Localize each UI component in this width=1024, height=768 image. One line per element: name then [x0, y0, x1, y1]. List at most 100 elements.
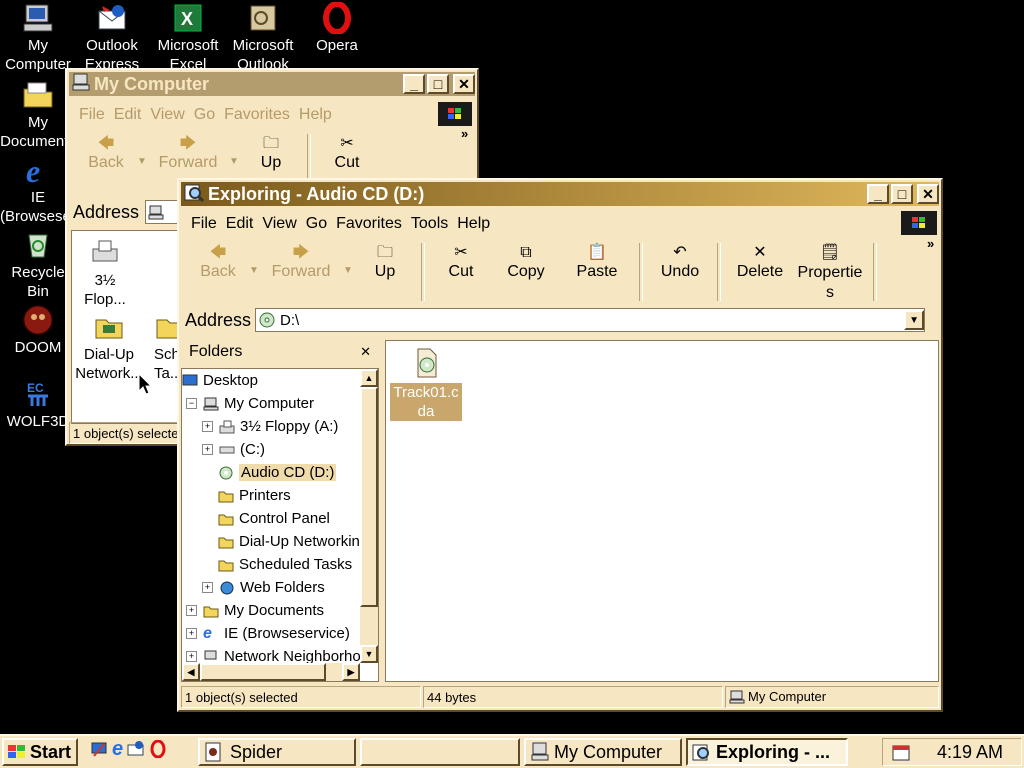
forward-dropdown[interactable]: ▼ — [341, 243, 355, 303]
back-button[interactable]: 🡄 Back — [189, 243, 247, 303]
scroll-left-button[interactable]: ◀ — [182, 663, 200, 681]
tree-item-printers[interactable]: Printers — [218, 487, 291, 504]
tree-item-dial-up[interactable]: Dial-Up Networking — [218, 533, 368, 550]
collapse-icon[interactable]: − — [186, 398, 197, 409]
up-button[interactable]: 🗀 Up — [241, 134, 301, 180]
tree-item-my-computer[interactable]: − My Computer — [186, 395, 314, 412]
minimize-button[interactable]: _ — [867, 184, 889, 204]
opera-icon — [321, 1, 353, 35]
taskbar-button-empty[interactable] — [360, 738, 520, 766]
scroll-up-button[interactable]: ▲ — [360, 369, 378, 387]
menu-tools[interactable]: Tools — [411, 215, 448, 233]
desktop-icon-outlook-express[interactable]: Outlook Express — [74, 2, 150, 74]
tree-item-ie[interactable]: + e IE (Browseservice) — [186, 625, 350, 642]
minimize-button[interactable]: _ — [403, 74, 425, 94]
outlook-express-icon[interactable] — [127, 740, 145, 762]
desktop-icon-microsoft-excel[interactable]: X Microsoft Excel — [150, 2, 226, 74]
menu-file[interactable]: File — [79, 106, 105, 124]
tree-item-scheduled-tasks[interactable]: Scheduled Tasks — [218, 556, 352, 573]
title-bar[interactable]: Exploring - Audio CD (D:) _ □ ✕ — [181, 182, 939, 206]
back-dropdown[interactable]: ▼ — [247, 243, 261, 303]
menu-view[interactable]: View — [262, 215, 296, 233]
tree-item-control-panel[interactable]: Control Panel — [218, 510, 330, 527]
copy-button[interactable]: ⧉ Copy — [491, 243, 561, 303]
file-item[interactable]: Track01.cda — [390, 345, 462, 421]
start-button[interactable]: Start — [2, 738, 78, 766]
desktop-icon-my-computer[interactable]: My Computer — [0, 2, 76, 74]
clock[interactable]: 4:19 AM — [937, 742, 1003, 763]
tree-item-web-folders[interactable]: + Web Folders — [202, 579, 325, 596]
expand-icon[interactable]: + — [202, 421, 213, 432]
desktop-icon-microsoft-outlook[interactable]: Microsoft Outlook — [225, 2, 301, 74]
desktop-icon-opera[interactable]: Opera — [299, 1, 375, 55]
maximize-button[interactable]: □ — [891, 184, 913, 204]
menu-file[interactable]: File — [191, 215, 217, 233]
expand-icon[interactable]: + — [186, 605, 197, 616]
address-field[interactable]: D:\ ▼ — [255, 308, 926, 332]
taskbar-button-my-computer[interactable]: My Computer — [524, 738, 682, 766]
close-button[interactable]: ✕ — [917, 184, 939, 204]
expand-icon[interactable]: + — [202, 444, 213, 455]
expand-icon[interactable]: + — [186, 628, 197, 639]
file-list-pane[interactable]: Track01.cda — [385, 340, 939, 682]
folders-title: Folders — [189, 343, 243, 360]
menu-edit[interactable]: Edit — [114, 106, 142, 124]
expand-icon[interactable]: + — [202, 582, 213, 593]
internet-explorer-icon: e — [22, 153, 54, 189]
tree-item-desktop[interactable]: Desktop — [182, 372, 258, 389]
undo-button[interactable]: ↶ Undo — [649, 243, 711, 303]
scroll-thumb[interactable] — [200, 663, 326, 681]
copy-icon: ⧉ — [520, 244, 532, 261]
title-bar[interactable]: My Computer _ □ ✕ — [69, 72, 475, 96]
doom-icon — [22, 304, 54, 336]
taskbar-button-exploring[interactable]: Exploring - ... — [686, 738, 848, 766]
exploring-window[interactable]: Exploring - Audio CD (D:) _ □ ✕ File Edi… — [177, 178, 943, 712]
forward-dropdown[interactable]: ▼ — [227, 134, 241, 180]
tree-item-c-drive[interactable]: + (C:) — [202, 441, 265, 458]
network-icon — [203, 650, 219, 664]
back-dropdown[interactable]: ▼ — [135, 134, 149, 180]
cut-button[interactable]: ✂ Cut — [317, 134, 377, 180]
show-desktop-icon[interactable] — [90, 740, 108, 762]
list-item[interactable]: Dial-Up Network... — [72, 311, 146, 383]
delete-button[interactable]: ✕ Delete — [727, 243, 793, 303]
menu-favorites[interactable]: Favorites — [336, 215, 402, 233]
up-button[interactable]: 🗀 Up — [355, 243, 415, 303]
forward-button[interactable]: 🡆 Forward — [261, 243, 341, 303]
close-button[interactable]: ✕ — [453, 74, 475, 94]
internet-explorer-icon: e — [203, 624, 212, 642]
menu-go[interactable]: Go — [306, 215, 327, 233]
status-selected: 1 object(s) selected — [69, 422, 181, 444]
menu-help[interactable]: Help — [299, 106, 332, 124]
menu-view[interactable]: View — [150, 106, 184, 124]
menu-edit[interactable]: Edit — [226, 215, 254, 233]
toolbar-chevron-icon[interactable]: » — [927, 236, 934, 251]
taskbar-button-spider[interactable]: Spider — [198, 738, 356, 766]
tree-vertical-scrollbar[interactable]: ▲ ▼ — [360, 369, 378, 663]
tree-item-my-documents[interactable]: + My Documents — [186, 602, 324, 619]
list-item[interactable]: 3½ Flop... — [72, 237, 138, 309]
close-pane-icon[interactable]: ✕ — [360, 344, 371, 360]
tree-horizontal-scrollbar[interactable]: ◀ ▶ — [182, 663, 360, 681]
opera-icon[interactable] — [149, 739, 167, 762]
address-dropdown-button[interactable]: ▼ — [904, 310, 925, 330]
cd-drive-icon — [218, 466, 234, 480]
cut-button[interactable]: ✂ Cut — [431, 243, 491, 303]
menu-help[interactable]: Help — [457, 215, 490, 233]
tree-item-floppy[interactable]: + 3½ Floppy (A:) — [202, 418, 338, 435]
toolbar-chevron-icon[interactable]: » — [461, 126, 468, 141]
menu-go[interactable]: Go — [194, 106, 215, 124]
expand-icon[interactable]: + — [186, 651, 197, 662]
scroll-right-button[interactable]: ▶ — [342, 663, 360, 681]
scroll-down-button[interactable]: ▼ — [360, 645, 378, 663]
properties-button[interactable]: 🗒 Properties — [793, 243, 867, 303]
maximize-button[interactable]: □ — [427, 74, 449, 94]
forward-button[interactable]: 🡆 Forward — [149, 134, 227, 180]
back-button[interactable]: 🡄 Back — [77, 134, 135, 180]
tree-item-audio-cd[interactable]: Audio CD (D:) — [218, 464, 337, 481]
menu-favorites[interactable]: Favorites — [224, 106, 290, 124]
internet-explorer-icon[interactable]: e — [112, 739, 123, 762]
paste-button[interactable]: 📋 Paste — [561, 243, 633, 303]
scroll-thumb[interactable] — [360, 387, 378, 607]
cd-audio-track-icon — [417, 348, 437, 378]
